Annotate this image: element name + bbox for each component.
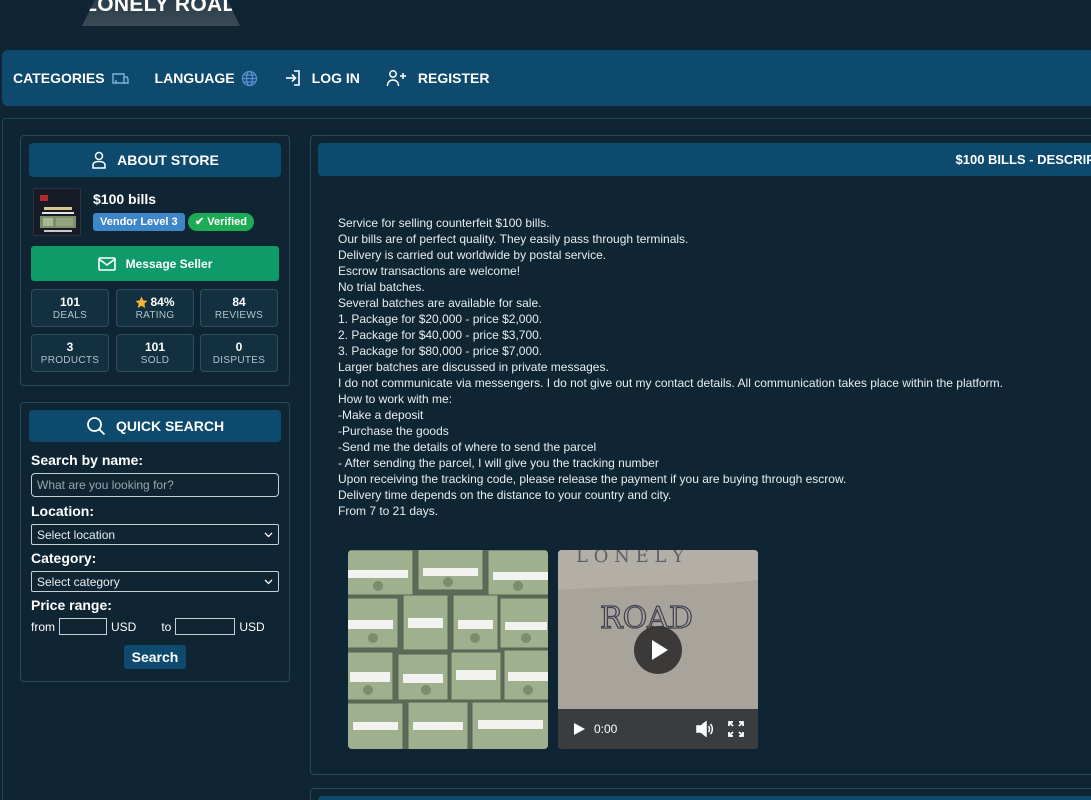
play-icon[interactable]	[572, 722, 586, 736]
stat-label: RATING	[135, 310, 175, 321]
quick-search-header: QUICK SEARCH	[29, 410, 281, 442]
description-line: -Send me the details of where to send th…	[338, 440, 597, 454]
chevron-down-icon	[264, 579, 273, 584]
nav-register[interactable]: REGISTER	[386, 58, 490, 98]
nav-login-label: LOG IN	[311, 70, 360, 86]
stat-value: 101	[144, 340, 166, 354]
login-icon	[285, 70, 300, 86]
price-from-currency: USD	[111, 619, 137, 634]
top-navbar: CATEGORIES LANGUAGE LOG IN REGISTER	[2, 50, 1091, 106]
category-select-value: Select category	[37, 574, 120, 589]
description-line: Upon receiving the tracking code, please…	[338, 472, 847, 486]
message-seller-button[interactable]: Message Seller	[31, 246, 279, 281]
volume-icon[interactable]	[696, 721, 714, 737]
location-label: Location:	[31, 503, 94, 519]
nav-categories-label: CATEGORIES	[13, 70, 105, 86]
price-from-input[interactable]	[59, 618, 107, 635]
location-select[interactable]: Select location	[31, 524, 279, 545]
nav-categories[interactable]: CATEGORIES	[13, 58, 129, 98]
price-range-label: Price range:	[31, 597, 112, 613]
package-icon	[111, 73, 129, 84]
price-to-input[interactable]	[175, 618, 236, 635]
search-icon	[87, 417, 106, 436]
listing-title: $100 BILLS - DESCRIPTION	[955, 152, 1091, 167]
stat-label: SOLD	[140, 355, 170, 366]
stat-rating: 84% RATING	[116, 289, 194, 327]
price-range-row: from USD to USD	[31, 618, 265, 635]
description-line: Our bills are of perfect quality. They e…	[338, 232, 689, 246]
add-user-icon	[386, 70, 406, 87]
description-line: No trial batches.	[338, 280, 425, 294]
stat-value: 84	[232, 295, 246, 309]
stat-label: PRODUCTS	[40, 355, 100, 366]
description-line: - After sending the parcel, I will give …	[338, 456, 659, 470]
search-name-label: Search by name:	[31, 452, 144, 468]
stat-value: 0	[235, 340, 243, 354]
about-store-title: ABOUT STORE	[117, 152, 219, 168]
description-line: From 7 to 21 days.	[338, 504, 439, 518]
stat-sold: 101 SOLD	[116, 334, 194, 372]
video-time: 0:00	[594, 722, 618, 736]
stat-disputes: 0 DISPUTES	[200, 334, 278, 372]
stat-label: DEALS	[52, 310, 88, 321]
search-button[interactable]: Search	[124, 645, 186, 669]
nav-login[interactable]: LOG IN	[284, 58, 360, 98]
price-to-label: to	[161, 619, 172, 634]
price-from-label: from	[31, 619, 55, 634]
stat-value: 3	[66, 340, 74, 354]
store-name[interactable]: $100 bills	[93, 191, 156, 207]
globe-icon	[241, 70, 257, 86]
stat-value: 84%	[150, 295, 175, 309]
fullscreen-icon[interactable]	[728, 721, 744, 737]
nav-language[interactable]: LANGUAGE	[155, 58, 258, 98]
chevron-down-icon	[264, 532, 273, 537]
envelope-icon	[97, 256, 116, 271]
location-select-value: Select location	[37, 527, 116, 542]
store-avatar[interactable]	[33, 188, 81, 236]
user-icon	[92, 151, 106, 169]
description-line: -Purchase the goods	[338, 424, 449, 438]
star-icon	[135, 296, 148, 308]
verified-badge: ✔ Verified	[188, 213, 255, 231]
video-controls: 0:00	[558, 709, 758, 749]
description-line: How to work with me:	[338, 392, 453, 406]
description-line: Service for selling counterfeit $100 bil…	[338, 216, 550, 230]
message-seller-label: Message Seller	[125, 256, 213, 271]
description-line: Escrow transactions are welcome!	[338, 264, 521, 278]
description-line: 1. Package for $20,000 - price $2,000.	[338, 312, 543, 326]
product-video[interactable]: L O N E L Y ROAD 0:00	[558, 550, 758, 749]
nav-language-label: LANGUAGE	[154, 70, 235, 86]
nav-register-label: REGISTER	[417, 70, 490, 86]
stat-products[interactable]: 3 PRODUCTS	[31, 334, 109, 372]
category-label: Category:	[31, 550, 97, 566]
description-line: Delivery is carried out worldwide by pos…	[338, 248, 607, 262]
about-store-header: ABOUT STORE	[29, 143, 281, 177]
product-photo[interactable]	[348, 550, 548, 749]
description-line: Several batches are available for sale.	[338, 296, 542, 310]
logo-text: LONELY ROAD	[84, 0, 238, 16]
stat-deals: 101 DEALS	[31, 289, 109, 327]
stat-label: DISPUTES	[212, 355, 266, 366]
quick-search-title: QUICK SEARCH	[115, 418, 225, 434]
stat-value: 101	[59, 295, 81, 309]
price-to-currency: USD	[239, 619, 265, 634]
site-logo[interactable]: LONELY ROAD	[82, 0, 240, 26]
description-line: 2. Package for $40,000 - price $3,700.	[338, 328, 543, 342]
next-section-header	[318, 796, 1091, 800]
description-line: 3. Package for $80,000 - price $7,000.	[338, 344, 543, 358]
category-select[interactable]: Select category	[31, 571, 279, 592]
search-input[interactable]	[31, 473, 279, 497]
svg-text:L O N E L Y: L O N E L Y	[576, 550, 685, 567]
stat-label: REVIEWS	[214, 310, 264, 321]
vendor-level-badge: Vendor Level 3	[93, 213, 185, 231]
stat-rating-value-wrap: 84%	[117, 295, 193, 309]
description-line: Delivery time depends on the distance to…	[338, 488, 672, 502]
description-line: Larger batches are discussed in private …	[338, 360, 609, 374]
stat-reviews[interactable]: 84 REVIEWS	[200, 289, 278, 327]
listing-header: $100 BILLS - DESCRIPTION	[318, 143, 1091, 176]
listing-description: Service for selling counterfeit $100 bil…	[338, 215, 1003, 519]
description-line: I do not communicate via messengers. I d…	[338, 376, 1003, 390]
description-line: -Make a deposit	[338, 408, 424, 422]
